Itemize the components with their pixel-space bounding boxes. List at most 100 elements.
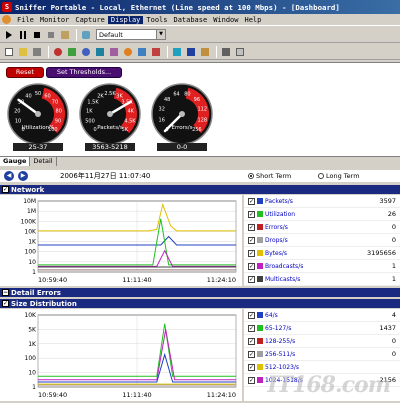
long-term-radio[interactable]: Long Term [318,172,360,180]
protocol-distribution-icon[interactable] [122,46,134,58]
new-icon[interactable] [3,46,15,58]
address-book-icon[interactable] [199,46,211,58]
series-name: Packets/s [265,197,293,205]
system-menu-icon[interactable] [2,15,11,24]
print-icon[interactable] [31,46,43,58]
gauge-tick-label: 80 [56,109,62,115]
series-name: Utilization [265,210,296,218]
x-tick-label: 10:59:40 [38,391,67,399]
series-swatch [257,377,263,383]
filter-icon[interactable] [171,46,183,58]
chevron-down-icon[interactable]: ▼ [156,30,165,39]
section-checkbox[interactable]: ✓ [2,300,9,307]
gauge-tick-label: 20 [14,109,20,115]
title-bar: S Sniffer Portable - Local, Ethernet (Li… [0,0,400,14]
menu-display[interactable]: Display [107,15,144,24]
open-icon[interactable] [17,46,29,58]
alarm-log-icon[interactable] [150,46,162,58]
series-name: 256-511/s [265,350,296,358]
pause-icon[interactable] [17,29,29,41]
toolbar-monitor [0,44,400,60]
series-swatch [257,276,263,282]
series-name: Multicasts/s [265,275,301,283]
section-detail-errors-header[interactable]: − Detail Errors [0,288,400,297]
gauge-tick-label: 70 [52,100,58,106]
toolbar-capture: Default ▼ [0,27,400,43]
start-icon[interactable] [3,29,15,41]
dashboard-icon[interactable] [52,46,64,58]
menu-window[interactable]: Window [210,16,241,24]
gauge-tick-label: 96 [194,97,200,103]
menu-monitor[interactable]: Monitor [37,16,73,24]
series-checkbox[interactable]: ✓ [248,223,255,231]
section-network-header[interactable]: ✓ Network [0,185,400,194]
menu-capture[interactable]: Capture [72,16,108,24]
series-checkbox[interactable]: ✓ [248,210,255,218]
section-title: Detail Errors [11,288,61,297]
short-term-label: Short Term [256,172,292,180]
application-response-icon[interactable] [94,46,106,58]
series-value: 4 [391,311,396,319]
global-statistics-icon[interactable] [136,46,148,58]
stop-icon[interactable] [31,29,43,41]
tab-gauge[interactable]: Gauge [0,157,31,166]
tab-detail[interactable]: Detail [30,157,57,166]
gauge-name: Packets/s [97,125,123,131]
help-icon[interactable] [234,46,246,58]
gauge-tick-label: 112 [198,107,208,113]
gauge-tick-label: 10 [15,118,21,124]
toolbar-separator [216,45,217,58]
set-thresholds-button[interactable]: Set Thresholds... [46,67,122,78]
series-name: 64/s [265,311,278,319]
y-tick-label: 5K [28,326,37,333]
short-term-radio[interactable]: Short Term [248,172,291,180]
series-checkbox[interactable]: ✓ [248,197,255,205]
section-title: Network [11,185,45,194]
profile-select[interactable]: Default ▼ [96,29,166,40]
series-checkbox[interactable]: ✓ [248,324,255,332]
history-samples-icon[interactable] [108,46,120,58]
previous-icon[interactable]: ◀ [4,171,14,181]
series-checkbox[interactable]: ✓ [248,363,255,371]
y-tick-label: 1K [28,341,37,348]
toolbar-separator [167,45,168,58]
section-checkbox[interactable]: − [2,289,9,296]
gauge-tick-label: 80 [184,92,190,98]
section-size-distribution-header[interactable]: ✓ Size Distribution [0,299,400,308]
host-table-icon[interactable] [66,46,78,58]
gauge-tick-label: 2.5K [104,91,116,97]
series-checkbox[interactable]: ✓ [248,249,255,257]
gauge-name: Errors/s [172,125,193,131]
legend-row: ✓ Bytes/s 3195656 [244,247,400,260]
matrix-icon[interactable] [80,46,92,58]
series-checkbox[interactable]: ✓ [248,311,255,319]
gauge-tick-label: 1K [86,109,93,115]
size-distribution-chart: 10K 5K 1K 100 10 1 10:59:40 11:11:40 11:24:10 [0,309,242,401]
section-checkbox[interactable]: ✓ [2,186,9,193]
menu-tools[interactable]: Tools [143,16,170,24]
options-icon[interactable] [220,46,232,58]
y-tick-label: 10M [23,198,36,205]
legend-row: ✓ Packets/s 3597 [244,195,400,208]
packets-gauge: 05001K1.5K2K2.5K3K3.5K4K4.5K5KPackets/s [78,82,142,146]
series-checkbox[interactable]: ✓ [248,350,255,358]
define-filter-icon[interactable] [80,29,92,41]
view-tabs: Gauge Detail [0,156,400,166]
menu-help[interactable]: Help [242,16,265,24]
series-checkbox[interactable]: ✓ [248,376,255,384]
series-checkbox[interactable]: ✓ [248,262,255,270]
stop-display-icon[interactable] [45,29,57,41]
gauge-tick-label: 128 [198,117,208,123]
reset-button[interactable]: Reset [6,67,44,78]
series-checkbox[interactable]: ✓ [248,275,255,283]
menu-database[interactable]: Database [170,16,210,24]
series-checkbox[interactable]: ✓ [248,236,255,244]
expert-icon[interactable] [185,46,197,58]
display-icon[interactable] [59,29,71,41]
menu-file[interactable]: File [14,16,37,24]
series-checkbox[interactable]: ✓ [248,337,255,345]
watermark: IT168.com [267,372,391,398]
legend-row: ✓ Broadcasts/s 1 [244,260,400,273]
section-title: Size Distribution [11,299,77,308]
next-icon[interactable]: ▶ [18,171,28,181]
